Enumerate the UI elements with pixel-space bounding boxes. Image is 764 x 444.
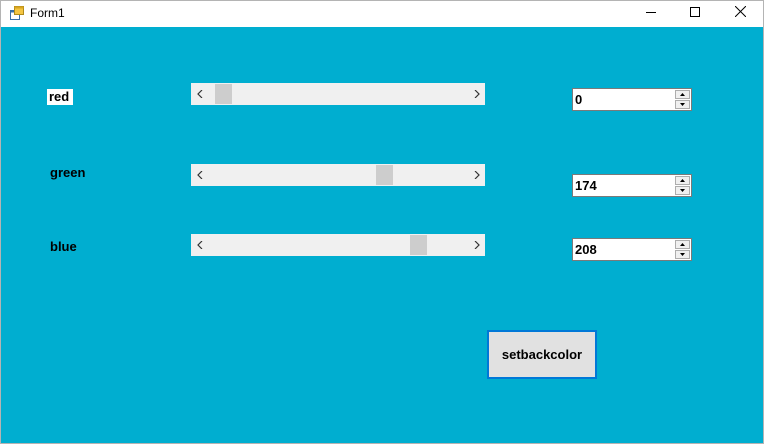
spinner-buttons [675, 90, 690, 109]
close-icon [734, 4, 746, 22]
spin-up-icon [680, 93, 685, 96]
spin-up-button[interactable] [675, 176, 690, 185]
maximize-icon [690, 4, 700, 22]
spin-down-button[interactable] [675, 250, 690, 259]
spin-down-icon [680, 189, 685, 192]
form1-window: Form1 red 0 green 174 blue 208 setbackco… [0, 0, 764, 444]
setbackcolor-button[interactable]: setbackcolor [487, 330, 597, 379]
spin-down-button[interactable] [675, 186, 690, 195]
blue-label: blue [50, 239, 77, 254]
green-value-spinner[interactable]: 174 [572, 174, 692, 197]
green-scrollbar[interactable] [191, 164, 485, 186]
green-label: green [50, 165, 86, 180]
spin-up-icon [680, 179, 685, 182]
blue-value-spinner[interactable]: 208 [572, 238, 692, 261]
winforms-app-icon [10, 6, 24, 20]
form-client-area: red 0 green 174 blue 208 setbackcolor [1, 27, 763, 443]
scrollbar-track[interactable] [208, 234, 468, 256]
scrollbar-thumb[interactable] [376, 165, 393, 185]
red-value-spinner[interactable]: 0 [572, 88, 692, 111]
green-value-text[interactable]: 174 [575, 178, 597, 194]
scroll-left-arrow-icon[interactable] [191, 234, 208, 256]
scroll-right-arrow-icon[interactable] [468, 83, 485, 105]
scrollbar-track[interactable] [208, 83, 468, 105]
blue-scrollbar[interactable] [191, 234, 485, 256]
scroll-right-arrow-icon[interactable] [468, 164, 485, 186]
red-value-text[interactable]: 0 [575, 92, 582, 108]
scrollbar-track[interactable] [208, 164, 468, 186]
blue-value-text[interactable]: 208 [575, 242, 597, 258]
scroll-left-arrow-icon[interactable] [191, 83, 208, 105]
spin-down-button[interactable] [675, 100, 690, 109]
spin-down-icon [680, 103, 685, 106]
spin-down-icon [680, 253, 685, 256]
title-bar[interactable]: Form1 [1, 1, 763, 27]
scrollbar-thumb[interactable] [215, 84, 232, 104]
red-scrollbar[interactable] [191, 83, 485, 105]
close-button[interactable] [717, 1, 763, 25]
red-label: red [47, 89, 74, 105]
minimize-icon [646, 4, 656, 22]
scroll-left-arrow-icon[interactable] [191, 164, 208, 186]
scrollbar-thumb[interactable] [410, 235, 427, 255]
spinner-buttons [675, 240, 690, 259]
spin-up-icon [680, 243, 685, 246]
spinner-buttons [675, 176, 690, 195]
minimize-button[interactable] [628, 1, 674, 25]
maximize-button[interactable] [672, 1, 718, 25]
scroll-right-arrow-icon[interactable] [468, 234, 485, 256]
window-title: Form1 [30, 6, 65, 20]
spin-up-button[interactable] [675, 240, 690, 249]
spin-up-button[interactable] [675, 90, 690, 99]
